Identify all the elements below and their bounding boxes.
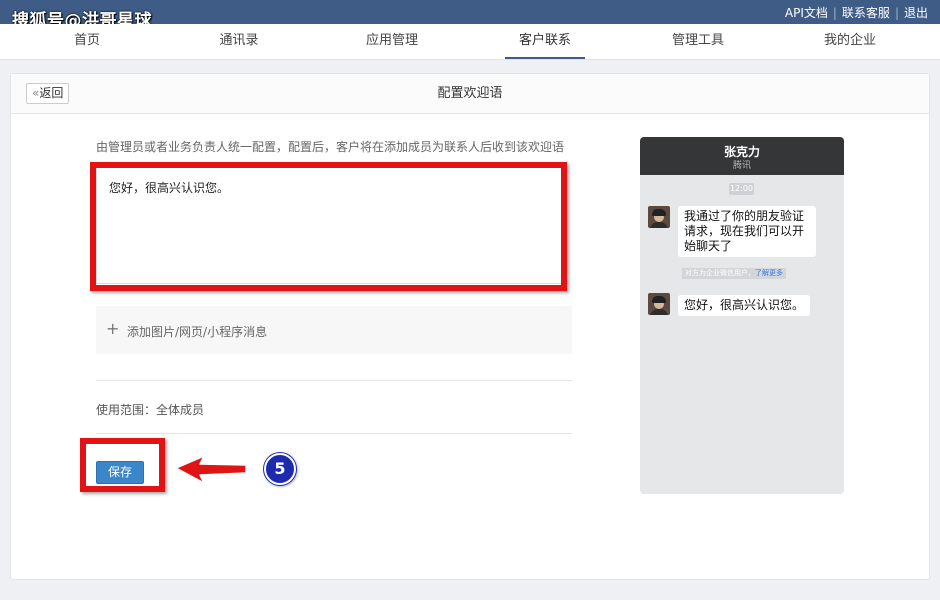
chat-bubble: 我通过了你的朋友验证 请求，现在我们可以开 始聊天了 bbox=[678, 206, 816, 257]
description-text: 由管理员或者业务负责人统一配置，配置后，客户将在添加成员为联系人后收到该欢迎语 bbox=[96, 140, 565, 154]
support-link[interactable]: 联系客服 bbox=[842, 6, 890, 20]
phone-header: 张克力 腾讯 bbox=[640, 137, 844, 175]
divider: | bbox=[894, 6, 899, 20]
divider bbox=[96, 433, 572, 434]
tab-my-enterprise[interactable]: 我的企业 bbox=[810, 24, 890, 57]
notice-text: 对方为企业微信用户， bbox=[685, 269, 755, 277]
step-badge: 5 bbox=[264, 453, 296, 485]
avatar-icon bbox=[648, 206, 670, 228]
divider: | bbox=[832, 6, 837, 20]
red-arrow-icon bbox=[175, 455, 247, 484]
main-panel: 配置欢迎语 «返回 由管理员或者业务负责人统一配置，配置后，客户将在添加成员为联… bbox=[10, 73, 930, 580]
usage-scope: 使用范围：全体成员 bbox=[96, 403, 205, 417]
add-attachment-button[interactable]: + 添加图片/网页/小程序消息 bbox=[96, 306, 572, 354]
phone-preview: 张克力 腾讯 12:00 我通过了你的朋友验证 请求，现在我们可以开 始聊天了 … bbox=[640, 137, 844, 494]
learn-more-link[interactable]: 了解更多 bbox=[755, 269, 783, 277]
chat-bubble-line: 始聊天了 bbox=[684, 239, 733, 253]
tab-tools[interactable]: 管理工具 bbox=[658, 24, 738, 57]
avatar-icon bbox=[648, 293, 670, 315]
annotation-red-box bbox=[80, 438, 165, 492]
chat-bubble-line: 请求，现在我们可以开 bbox=[684, 224, 805, 238]
notice-bar: 对方为企业微信用户，了解更多 bbox=[682, 268, 786, 279]
chat-bubble-line: 您好，很高兴认识您。 bbox=[684, 298, 805, 312]
contact-company: 腾讯 bbox=[732, 161, 751, 171]
panel-header: 配置欢迎语 «返回 bbox=[11, 74, 929, 114]
api-docs-link[interactable]: API文档 bbox=[785, 6, 828, 20]
top-links: API文档 | 联系客服 | 退出 bbox=[785, 4, 928, 21]
main-nav: 首页 通讯录 应用管理 客户联系 管理工具 我的企业 bbox=[0, 24, 940, 60]
chat-bubble: 您好，很高兴认识您。 bbox=[678, 295, 811, 316]
tab-apps[interactable]: 应用管理 bbox=[352, 24, 432, 57]
chat-bubble-line: 我通过了你的朋友验证 bbox=[684, 209, 805, 223]
divider bbox=[96, 380, 572, 381]
back-button[interactable]: «返回 bbox=[26, 83, 70, 104]
tab-home[interactable]: 首页 bbox=[47, 24, 127, 57]
message-time: 12:00 bbox=[729, 183, 754, 195]
annotation-red-box bbox=[90, 162, 567, 291]
tab-contacts[interactable]: 通讯录 bbox=[199, 24, 279, 57]
tab-customer-contact[interactable]: 客户联系 bbox=[505, 24, 585, 59]
logout-link[interactable]: 退出 bbox=[904, 6, 928, 20]
page-title: 配置欢迎语 bbox=[437, 86, 503, 101]
plus-icon: + bbox=[106, 319, 120, 338]
top-bar: 搜狐号@洪哥星球 API文档 | 联系客服 | 退出 bbox=[0, 0, 940, 31]
add-attachment-label: 添加图片/网页/小程序消息 bbox=[127, 325, 268, 339]
back-label: 返回 bbox=[39, 86, 64, 100]
